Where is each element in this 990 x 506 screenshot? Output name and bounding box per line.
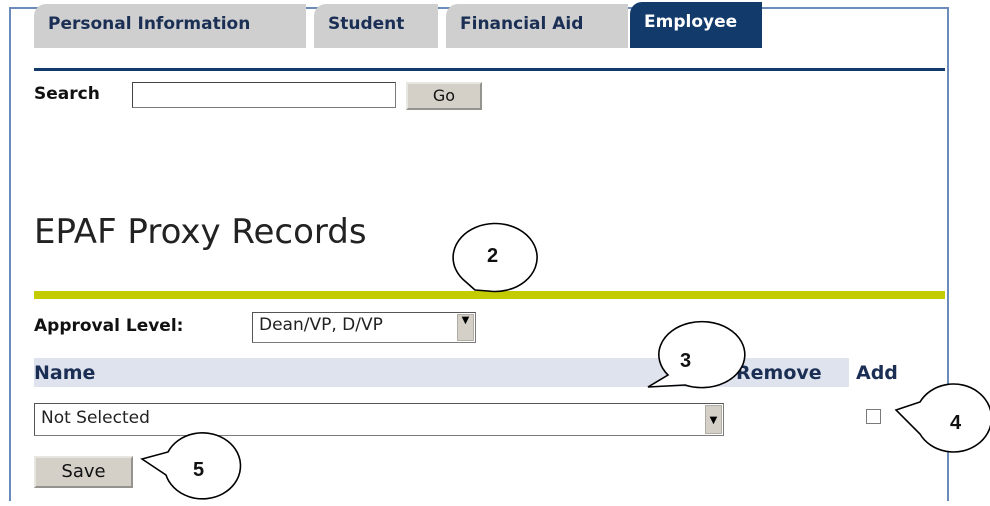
- callout-bubble-3: [647, 320, 746, 389]
- callout-number-4: 4: [950, 412, 962, 434]
- callout-number-5: 5: [193, 459, 205, 481]
- callout-bubble-5: [140, 432, 242, 500]
- callout-number-3: 3: [680, 350, 692, 372]
- callout-bubble-4: [894, 383, 990, 453]
- callout-number-2: 2: [487, 245, 499, 267]
